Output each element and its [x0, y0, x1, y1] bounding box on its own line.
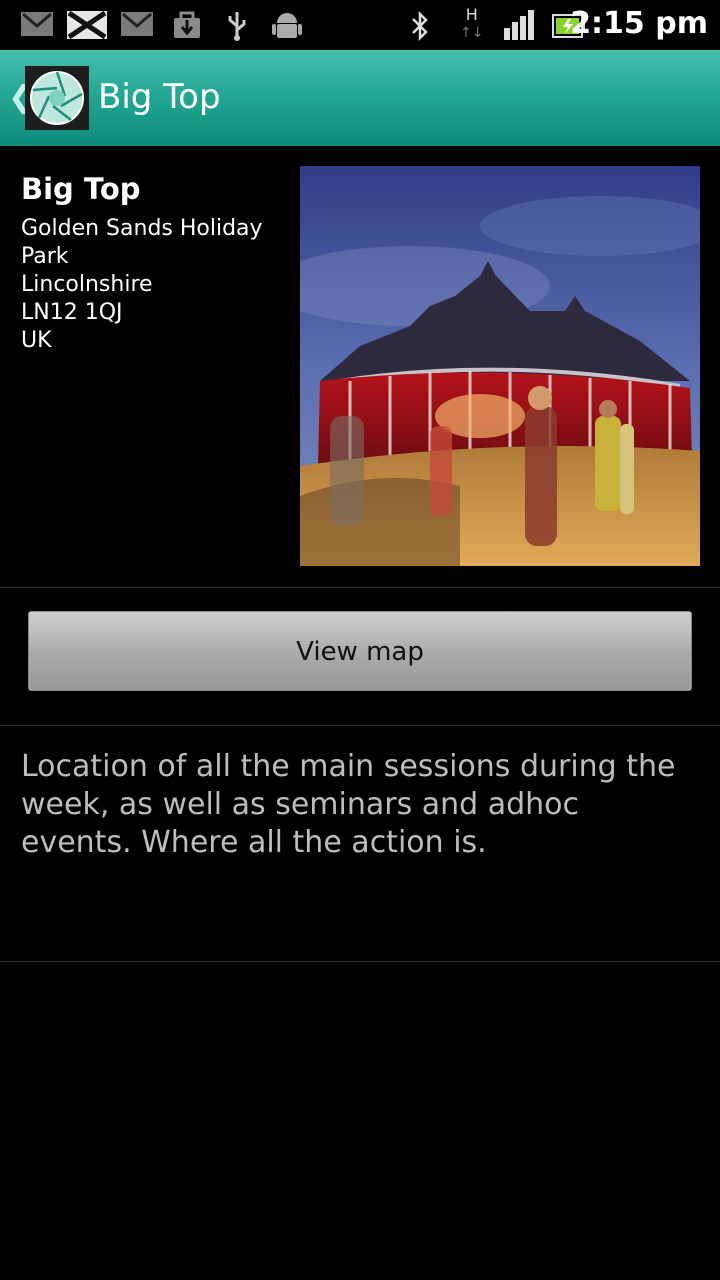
section-divider [0, 587, 720, 588]
network-h-icon: H ↑↓ [460, 5, 484, 42]
usb-icon [228, 12, 246, 41]
app-logo[interactable] [25, 66, 89, 130]
signal-icon [504, 10, 534, 40]
address-line: Park [21, 244, 69, 269]
venue-photo [300, 166, 700, 566]
network-type-label: H [465, 5, 478, 24]
address-line: UK [21, 328, 52, 353]
gmail-icon [121, 12, 153, 36]
download-icon [174, 11, 200, 38]
action-bar: ❮ Big Top [0, 50, 720, 146]
bluetooth-icon [412, 10, 428, 42]
view-map-button[interactable]: View map [28, 611, 692, 691]
address-line: Golden Sands Holiday [21, 216, 263, 241]
page-title: Big Top [98, 77, 221, 117]
missed-mail-icon [67, 10, 107, 40]
venue-description: Location of all the main sessions during… [21, 749, 676, 860]
venue-name: Big Top [21, 172, 141, 206]
section-divider [0, 725, 720, 726]
address-line: LN12 1QJ [21, 300, 123, 325]
android-icon [272, 13, 302, 38]
gmail-icon [21, 12, 53, 36]
status-time: 2:15 pm [570, 6, 708, 41]
section-divider [0, 961, 720, 962]
aperture-icon [30, 71, 84, 125]
status-bar: H ↑↓ 2:15 pm [0, 0, 720, 50]
address-line: Lincolnshire [21, 272, 153, 297]
